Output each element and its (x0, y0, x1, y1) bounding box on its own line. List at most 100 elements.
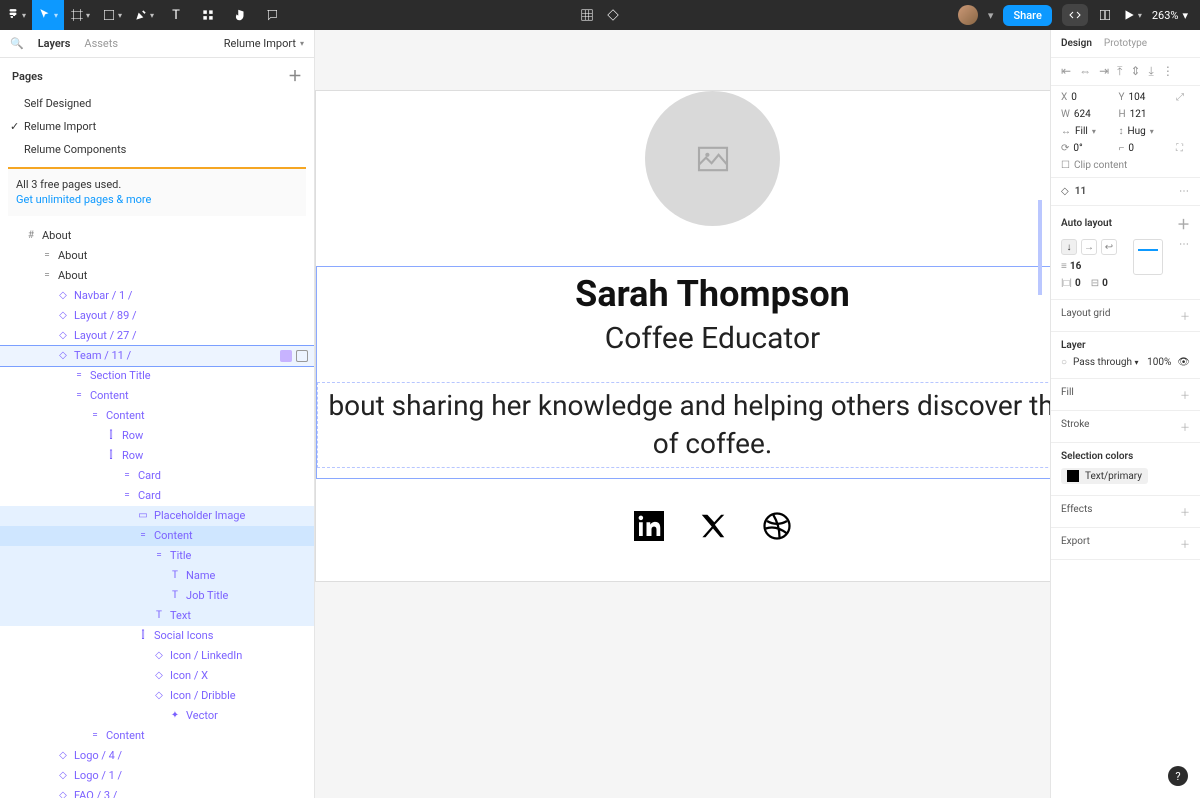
tab-layers[interactable]: Layers (38, 37, 71, 50)
layer-row[interactable]: ✦Vector (0, 706, 314, 726)
dribbble-icon[interactable] (762, 511, 792, 541)
job-title[interactable]: Coffee Educator (317, 321, 1050, 356)
layer-row[interactable]: ⫿Row (0, 426, 314, 446)
tab-assets[interactable]: Assets (84, 37, 118, 50)
distribute-icon[interactable]: ⋮ (1162, 64, 1174, 79)
layer-row[interactable]: =Card (0, 466, 314, 486)
page-item[interactable]: Relume Import (0, 115, 314, 138)
align-top-icon[interactable]: ⤒ (1117, 64, 1122, 79)
layer-row[interactable]: ◇Team / 11 / (0, 346, 314, 366)
layer-row[interactable]: ◇Icon / Dribble (0, 686, 314, 706)
visibility-icon[interactable] (296, 350, 308, 362)
page-item[interactable]: Self Designed (0, 92, 314, 115)
layout-grid-add-button[interactable]: ＋ (1180, 308, 1190, 323)
tab-design[interactable]: Design (1061, 38, 1092, 49)
layer-row[interactable]: TJob Title (0, 586, 314, 606)
layer-row[interactable]: ◇Icon / X (0, 666, 314, 686)
radius-detail-icon[interactable]: ⛶ (1176, 143, 1190, 154)
x-input[interactable]: X0 (1061, 92, 1119, 103)
h-input[interactable]: H121 (1119, 109, 1177, 120)
opacity-input[interactable]: 100% (1147, 357, 1171, 368)
effects-section[interactable]: Effects＋ (1051, 496, 1200, 528)
align-left-icon[interactable]: ⇤ (1061, 64, 1071, 79)
dir-vertical-icon[interactable]: ↓ (1061, 239, 1077, 255)
layer-row[interactable]: =Card (0, 486, 314, 506)
user-avatar[interactable] (958, 5, 978, 25)
bio-line1[interactable]: bout sharing her knowledge and helping o… (318, 387, 1050, 425)
autolayout-options-button[interactable]: ⋯ (1179, 239, 1190, 250)
color-style-pill[interactable]: Text/primary (1061, 468, 1148, 484)
layer-row[interactable]: =About (0, 266, 314, 286)
library-button[interactable] (1098, 0, 1112, 30)
bio-line2[interactable]: of coffee. (318, 425, 1050, 463)
y-input[interactable]: Y104 (1119, 92, 1177, 103)
shape-tool-button[interactable]: ▾ (96, 0, 128, 30)
layer-row[interactable]: ▭Placeholder Image (0, 506, 314, 526)
layer-row[interactable]: ⫿Row (0, 446, 314, 466)
blend-mode-dropdown[interactable]: Pass through ▾ (1073, 357, 1138, 368)
dir-wrap-icon[interactable]: ↩ (1101, 239, 1117, 255)
layer-row[interactable]: ◇Layout / 27 / (0, 326, 314, 346)
layer-row[interactable]: =About (0, 246, 314, 266)
align-bottom-icon[interactable]: ⤓ (1149, 64, 1154, 79)
share-button[interactable]: Share (1003, 5, 1051, 26)
pen-tool-button[interactable]: ▾ (128, 0, 160, 30)
upgrade-link[interactable]: Get unlimited pages & more (16, 193, 151, 206)
page-item[interactable]: Relume Components (0, 138, 314, 161)
layout-grid-section[interactable]: Layout grid＋ (1051, 300, 1200, 332)
rotation-input[interactable]: ⟳ 0° (1061, 143, 1119, 154)
search-icon[interactable]: 🔍 (10, 37, 24, 50)
padh-input[interactable]: |□| 0 (1061, 278, 1081, 289)
resources-button[interactable] (192, 0, 224, 30)
layer-row[interactable]: =Content (0, 726, 314, 746)
x-icon[interactable] (698, 511, 728, 541)
help-button[interactable]: ? (1168, 766, 1188, 786)
vsize-dropdown[interactable]: ↕ Hug ▾ (1119, 126, 1177, 137)
hand-tool-button[interactable] (224, 0, 256, 30)
layer-row[interactable]: TText (0, 606, 314, 626)
move-tool-button[interactable]: ▾ (32, 0, 64, 30)
zoom-control[interactable]: 263%▾ (1152, 9, 1188, 22)
effects-add-button[interactable]: ＋ (1180, 504, 1190, 519)
layer-row[interactable]: ◇Icon / LinkedIn (0, 646, 314, 666)
layer-row[interactable]: =Title (0, 546, 314, 566)
radius-input[interactable]: ⌐ 0 (1119, 143, 1177, 154)
fill-add-button[interactable]: ＋ (1180, 387, 1190, 402)
alignment-controls[interactable]: ⇤ ⇔ ⇥ ⤒ ⇕ ⤓ ⋮ (1051, 58, 1200, 86)
align-hcenter-icon[interactable]: ⇔ (1079, 64, 1091, 79)
visibility-icon[interactable]: 👁 (1177, 357, 1190, 368)
placeholder-image[interactable] (645, 91, 780, 226)
frame-tool-button[interactable]: ▾ (64, 0, 96, 30)
export-section[interactable]: Export＋ (1051, 528, 1200, 560)
layer-row[interactable]: ◇Logo / 4 / (0, 746, 314, 766)
layer-row[interactable]: =Content (0, 386, 314, 406)
person-name[interactable]: Sarah Thompson (317, 273, 1050, 315)
comment-tool-button[interactable] (256, 0, 288, 30)
dir-horizontal-icon[interactable]: → (1081, 239, 1097, 255)
tab-prototype[interactable]: Prototype (1104, 38, 1147, 49)
present-button[interactable]: ▾ (1122, 0, 1142, 30)
ruler-button[interactable] (580, 0, 594, 30)
figma-menu-button[interactable]: ▾ (0, 0, 32, 30)
alignment-grid[interactable] (1133, 239, 1163, 275)
text-tool-button[interactable]: T (160, 0, 192, 30)
layer-row[interactable]: ◇Layout / 89 / (0, 306, 314, 326)
align-right-icon[interactable]: ⇥ (1099, 64, 1109, 79)
gap-input[interactable]: ≡ 16 (1061, 261, 1081, 272)
layer-row[interactable]: =Content (0, 406, 314, 426)
layer-row[interactable]: TName (0, 566, 314, 586)
clip-content-checkbox[interactable]: ☐ Clip content (1061, 160, 1190, 171)
instance-section[interactable]: ◇11 ⋯ (1051, 178, 1200, 206)
layer-row[interactable]: ◇Logo / 1 / (0, 766, 314, 786)
abs-position-icon[interactable]: ⤢ (1176, 92, 1190, 103)
instance-options-button[interactable]: ⋯ (1179, 186, 1190, 197)
filename-dropdown[interactable]: Relume Import▾ (224, 37, 304, 50)
autolayout-add-button[interactable]: ＋ (1177, 214, 1190, 233)
fill-section[interactable]: Fill＋ (1051, 379, 1200, 411)
layer-row[interactable]: =Content (0, 526, 314, 546)
align-vcenter-icon[interactable]: ⇕ (1130, 64, 1140, 79)
hsize-dropdown[interactable]: ↔ Fill ▾ (1061, 126, 1119, 137)
layer-row[interactable]: =Section Title (0, 366, 314, 386)
stroke-add-button[interactable]: ＋ (1180, 419, 1190, 434)
stroke-section[interactable]: Stroke＋ (1051, 411, 1200, 443)
